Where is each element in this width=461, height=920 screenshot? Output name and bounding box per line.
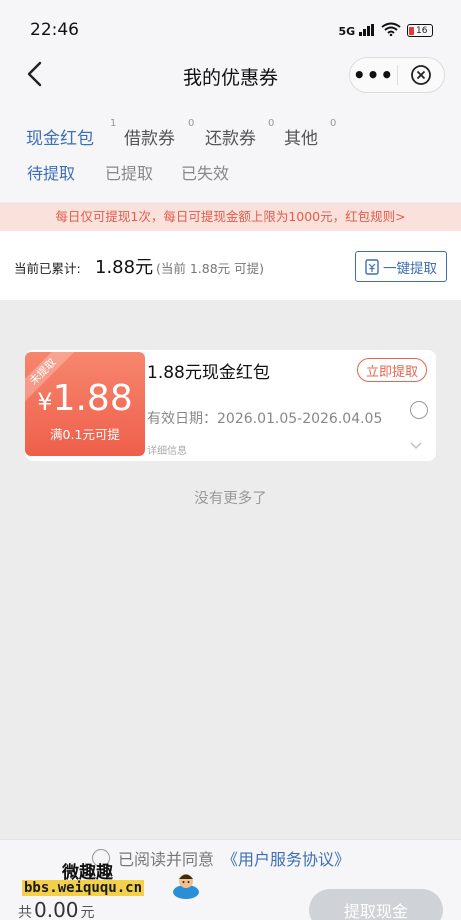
tab-count: 0 (188, 118, 195, 129)
end-of-list: 没有更多了 (194, 491, 267, 507)
one-click-label: 一键提取 (383, 260, 437, 277)
wifi-icon (381, 21, 401, 40)
agreement-link[interactable]: 《用户服务协议》 (222, 846, 350, 870)
details-toggle[interactable]: 详细信息 (147, 442, 187, 457)
coupon-select-radio[interactable] (410, 401, 428, 419)
coupon-validity: 有效日期：2026.01.05-2026.04.05 (147, 411, 383, 427)
status-icons: 5G 16 (338, 21, 433, 40)
tab-label: 现金红包 (26, 129, 94, 149)
network-type: 5G (338, 24, 356, 38)
tab-count: 0 (268, 118, 275, 129)
tab-count: 0 (330, 118, 337, 129)
watermark: 微趣趣 bbs.weiququ.cn (22, 856, 202, 906)
accumulated-label: 当前已累计: (14, 261, 81, 276)
tab-label: 还款券 (205, 129, 256, 149)
subtab-withdrawn[interactable]: 已提取 (105, 160, 153, 184)
chevron-down-icon[interactable] (410, 442, 422, 450)
one-click-withdraw-button[interactable]: 一键提取 (355, 251, 447, 282)
summary-bar: 当前已累计: 1.88元 (当前 1.88元 可提) 一键提取 (0, 231, 461, 300)
watermark-url: bbs.weiququ.cn (22, 880, 145, 896)
coupon-tabs: 现金红包 1 借款券 0 还款券 0 其他 0 待提取 已提取 已失效 (0, 102, 461, 202)
status-bar: 22:46 5G 16 (0, 0, 461, 48)
tab-cash-red-packet[interactable]: 现金红包 1 (26, 118, 116, 149)
mascot-icon (173, 874, 199, 899)
withdraw-cash-button[interactable]: 提取现金 (309, 889, 443, 920)
tab-repay-coupon[interactable]: 还款券 0 (205, 118, 274, 149)
coupon-title: 1.88元现金红包 (147, 363, 270, 383)
rules-notice[interactable]: 每日仅可提现1次，每日可提现金额上限为1000元，红包规则> (0, 203, 461, 231)
withdrawable-note: (当前 1.88元 可提) (156, 261, 265, 276)
currency-symbol: ¥ (37, 388, 53, 416)
accumulated-amount: 1.88元 (95, 257, 154, 278)
subtab-pending[interactable]: 待提取 (27, 160, 75, 184)
close-button[interactable] (398, 64, 444, 86)
subtab-expired[interactable]: 已失效 (181, 160, 229, 184)
coupon-amount: 1.88 (52, 378, 133, 419)
tab-other[interactable]: 其他 0 (284, 118, 336, 149)
battery-icon: 16 (407, 24, 433, 37)
mini-program-capsule: ••• (349, 57, 445, 93)
close-icon (411, 65, 431, 85)
tab-loan-coupon[interactable]: 借款券 0 (124, 118, 194, 149)
claim-now-button[interactable]: 立即提取 (357, 358, 427, 382)
more-button[interactable]: ••• (350, 65, 397, 85)
coupon-card[interactable]: 未提取 ¥1.88 满0.1元可提 1.88元现金红包 立即提取 有效日期：20… (25, 350, 436, 461)
ticket-icon (365, 258, 379, 275)
tab-label: 借款券 (124, 129, 175, 149)
nav-bar: 我的优惠券 ••• (0, 48, 461, 102)
coupon-value-block: 未提取 ¥1.88 满0.1元可提 (25, 352, 145, 456)
battery-level: 16 (416, 25, 428, 36)
signal-icon: 5G (338, 23, 375, 38)
status-time: 22:46 (30, 20, 79, 40)
coupon-condition: 满0.1元可提 (50, 427, 120, 442)
coupon-value: ¥1.88 (25, 378, 145, 419)
tab-label: 其他 (284, 129, 318, 149)
tab-count: 1 (110, 118, 117, 129)
